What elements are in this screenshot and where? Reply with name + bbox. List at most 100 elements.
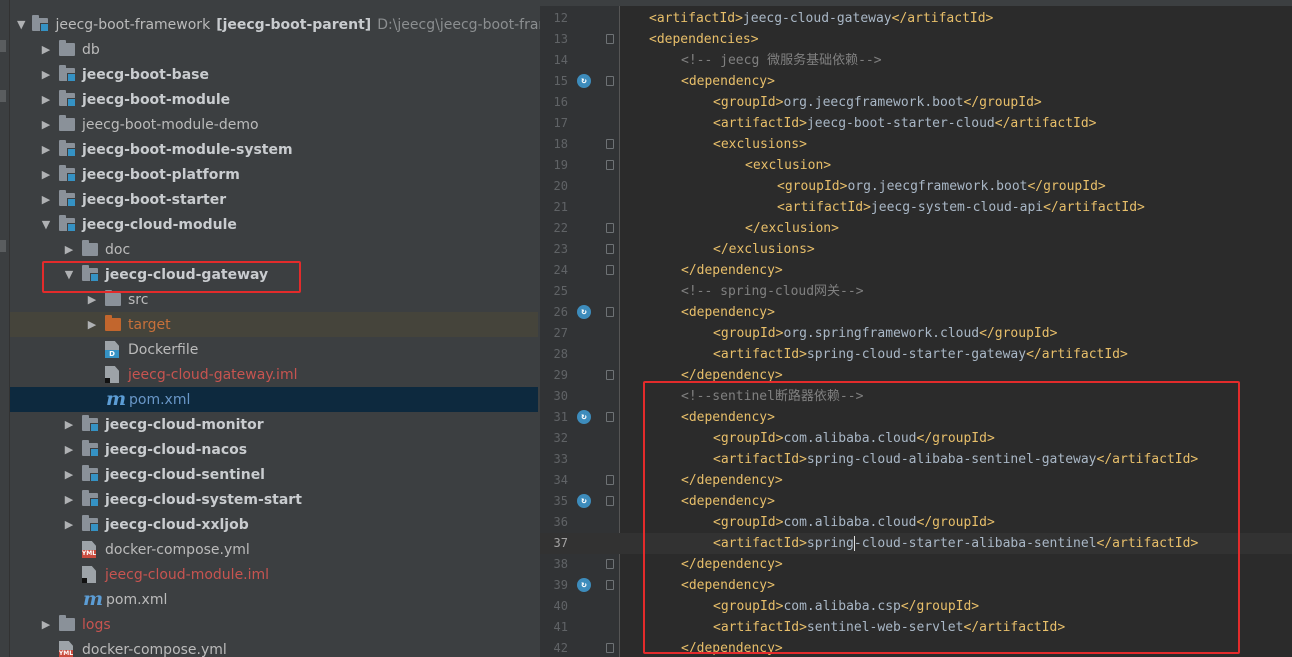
expand-arrow-right-icon[interactable]: ▶ (63, 487, 75, 512)
tree-item-doc[interactable]: ▶ doc (10, 237, 538, 262)
code-line[interactable]: 15 ↻ <dependency> (540, 71, 1292, 92)
expand-arrow-right-icon[interactable]: ▶ (63, 237, 75, 262)
tree-item-jeecg-cloud-nacos[interactable]: ▶ jeecg-cloud-nacos (10, 437, 538, 462)
expand-arrow-right-icon[interactable]: ▶ (40, 112, 52, 137)
code-line[interactable]: 28 <artifactId>spring-cloud-starter-gatew… (540, 344, 1292, 365)
code-line[interactable]: 34 </dependency> (540, 470, 1292, 491)
code-line[interactable]: 36 <groupId>com.alibaba.cloud</groupId> (540, 512, 1292, 533)
code-line[interactable]: 27 <groupId>org.springframework.cloud</gr… (540, 323, 1292, 344)
code-line[interactable]: 38 </dependency> (540, 554, 1292, 575)
code-line[interactable]: 39 ↻ <dependency> (540, 575, 1292, 596)
tree-item-target[interactable]: ▶ target (10, 312, 538, 337)
fold-marker-icon[interactable] (606, 412, 614, 422)
strip-tab[interactable] (0, 240, 6, 252)
tree-item-module-pom[interactable]: m pom.xml (10, 587, 538, 612)
fold-marker-icon[interactable] (606, 580, 614, 590)
code-line[interactable]: 22 </exclusion> (540, 218, 1292, 239)
tree-item-gateway-iml[interactable]: jeecg-cloud-gateway.iml (10, 362, 538, 387)
code-line[interactable]: 40 <groupId>com.alibaba.csp</groupId> (540, 596, 1292, 617)
fold-marker-icon[interactable] (606, 643, 614, 653)
code-line[interactable]: 31 ↻ <dependency> (540, 407, 1292, 428)
tree-item-jeecg-cloud-xxljob[interactable]: ▶ jeecg-cloud-xxljob (10, 512, 538, 537)
tree-item-src[interactable]: ▶ src (10, 287, 538, 312)
expand-arrow-right-icon[interactable]: ▶ (63, 437, 75, 462)
fold-marker-icon[interactable] (606, 139, 614, 149)
tree-item-module-iml[interactable]: jeecg-cloud-module.iml (10, 562, 538, 587)
expand-arrow-right-icon[interactable]: ▶ (40, 62, 52, 87)
maven-dependency-gutter-icon[interactable]: ↻ (577, 410, 591, 424)
code-line[interactable]: 14 <!-- jeecg 微服务基础依赖--> (540, 50, 1292, 71)
tree-item-module-docker-compose[interactable]: docker-compose.yml (10, 537, 538, 562)
fold-marker-icon[interactable] (606, 76, 614, 86)
code-line[interactable]: 20 <groupId>org.jeecgframework.boot</grou… (540, 176, 1292, 197)
tree-item-jeecg-cloud-sentinel[interactable]: ▶ jeecg-cloud-sentinel (10, 462, 538, 487)
expand-arrow-right-icon[interactable]: ▶ (63, 462, 75, 487)
tree-item-jeecg-cloud-module[interactable]: ▼ jeecg-cloud-module (10, 212, 538, 237)
tree-item-jeecg-boot-base[interactable]: ▶ jeecg-boot-base (10, 62, 538, 87)
strip-tab[interactable] (0, 40, 6, 52)
expand-arrow-right-icon[interactable]: ▶ (86, 312, 98, 337)
tree-item-jeecg-cloud-gateway[interactable]: ▼ jeecg-cloud-gateway (10, 262, 538, 287)
code-line[interactable]: 33 <artifactId>spring-cloud-alibaba-senti… (540, 449, 1292, 470)
tree-item-logs[interactable]: ▶ logs (10, 612, 538, 637)
code-line[interactable]: 19 <exclusion> (540, 155, 1292, 176)
code-line[interactable]: 12 <artifactId>jeecg-cloud-gateway</artif… (540, 8, 1292, 29)
maven-dependency-gutter-icon[interactable]: ↻ (577, 578, 591, 592)
code-line[interactable]: 16 <groupId>org.jeecgframework.boot</grou… (540, 92, 1292, 113)
fold-marker-icon[interactable] (606, 496, 614, 506)
code-line[interactable]: 35 ↻ <dependency> (540, 491, 1292, 512)
code-line[interactable]: 18 <exclusions> (540, 134, 1292, 155)
expand-arrow-down-icon[interactable]: ▼ (17, 12, 25, 37)
expand-arrow-down-icon[interactable]: ▼ (63, 262, 75, 287)
expand-arrow-right-icon[interactable]: ▶ (40, 37, 52, 62)
expand-arrow-down-icon[interactable]: ▼ (40, 212, 52, 237)
code-editor[interactable]: 12 <artifactId>jeecg-cloud-gateway</artif… (540, 0, 1292, 657)
fold-marker-icon[interactable] (606, 559, 614, 569)
tree-item-jeecg-cloud-monitor[interactable]: ▶ jeecg-cloud-monitor (10, 412, 538, 437)
code-line[interactable]: 37 <artifactId>spring-cloud-starter-aliba… (540, 533, 1292, 554)
code-line[interactable]: 25 <!-- spring-cloud网关--> (540, 281, 1292, 302)
expand-arrow-right-icon[interactable]: ▶ (40, 137, 52, 162)
tree-item-jeecg-cloud-system-start[interactable]: ▶ jeecg-cloud-system-start (10, 487, 538, 512)
tree-item-jeecg-boot-module-demo[interactable]: ▶ jeecg-boot-module-demo (10, 112, 538, 137)
fold-marker-icon[interactable] (606, 370, 614, 380)
code-line[interactable]: 26 ↻ <dependency> (540, 302, 1292, 323)
tree-item-root[interactable]: ▼ jeecg-boot-framework [jeecg-boot-parent]… (10, 12, 540, 37)
expand-arrow-right-icon[interactable]: ▶ (40, 87, 52, 112)
code-line[interactable]: 24 </dependency> (540, 260, 1292, 281)
fold-marker-icon[interactable] (606, 244, 614, 254)
tree-item-dockerfile[interactable]: Dockerfile (10, 337, 538, 362)
fold-marker-icon[interactable] (606, 307, 614, 317)
strip-tab[interactable] (0, 90, 6, 102)
maven-dependency-gutter-icon[interactable]: ↻ (577, 494, 591, 508)
expand-arrow-right-icon[interactable]: ▶ (40, 187, 52, 212)
tree-item-jeecg-boot-starter[interactable]: ▶ jeecg-boot-starter (10, 187, 538, 212)
code-line[interactable]: 42 </dependency> (540, 638, 1292, 657)
code-line[interactable]: 29 </dependency> (540, 365, 1292, 386)
code-line[interactable]: 21 <artifactId>jeecg-system-cloud-api</ar… (540, 197, 1292, 218)
tree-item-jeecg-boot-module[interactable]: ▶ jeecg-boot-module (10, 87, 538, 112)
code-line[interactable]: 23 </exclusions> (540, 239, 1292, 260)
code-line[interactable]: 30 <!--sentinel断路器依赖--> (540, 386, 1292, 407)
fold-marker-icon[interactable] (606, 475, 614, 485)
expand-arrow-right-icon[interactable]: ▶ (40, 162, 52, 187)
maven-dependency-gutter-icon[interactable]: ↻ (577, 305, 591, 319)
fold-marker-icon[interactable] (606, 34, 614, 44)
fold-marker-icon[interactable] (606, 223, 614, 233)
tree-item-root-docker-compose[interactable]: docker-compose.yml (10, 637, 538, 657)
code-line[interactable]: 32 <groupId>com.alibaba.cloud</groupId> (540, 428, 1292, 449)
code-line[interactable]: 41 <artifactId>sentinel-web-servlet</arti… (540, 617, 1292, 638)
expand-arrow-right-icon[interactable]: ▶ (63, 512, 75, 537)
code-line[interactable]: 17 <artifactId>jeecg-boot-starter-cloud</… (540, 113, 1292, 134)
fold-marker-icon[interactable] (606, 265, 614, 275)
tree-item-db[interactable]: ▶ db (10, 37, 538, 62)
tree-item-jeecg-boot-module-system[interactable]: ▶ jeecg-boot-module-system (10, 137, 538, 162)
expand-arrow-right-icon[interactable]: ▶ (86, 287, 98, 312)
maven-dependency-gutter-icon[interactable]: ↻ (577, 74, 591, 88)
tree-item-jeecg-boot-platform[interactable]: ▶ jeecg-boot-platform (10, 162, 538, 187)
code-line[interactable]: 13 <dependencies> (540, 29, 1292, 50)
fold-marker-icon[interactable] (606, 160, 614, 170)
tree-item-gateway-pom[interactable]: m pom.xml (10, 387, 538, 412)
expand-arrow-right-icon[interactable]: ▶ (63, 412, 75, 437)
expand-arrow-right-icon[interactable]: ▶ (40, 612, 52, 637)
